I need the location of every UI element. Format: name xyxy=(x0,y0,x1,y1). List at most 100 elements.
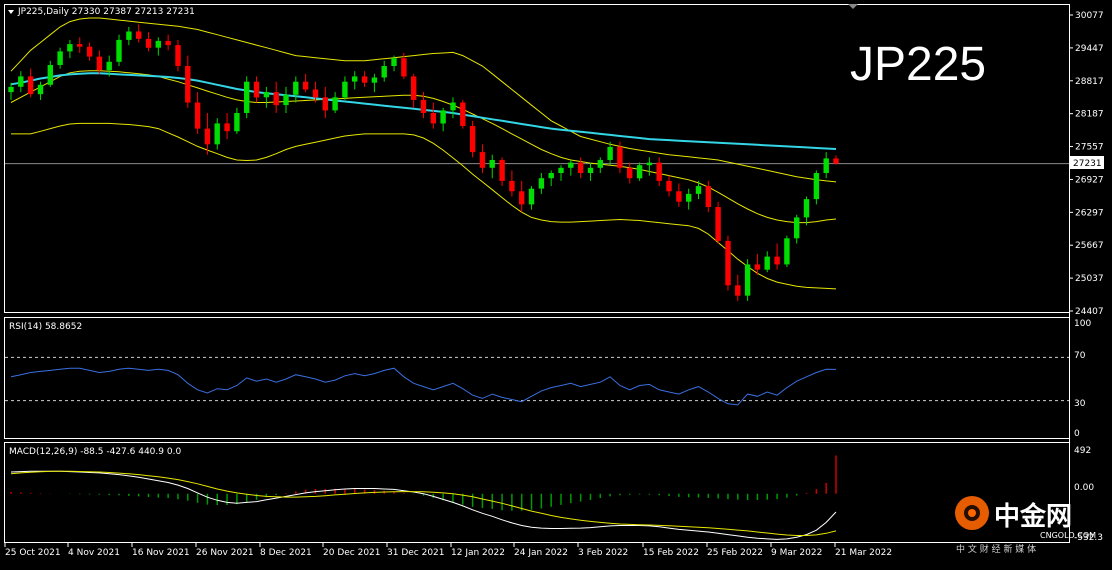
candle-body xyxy=(361,76,368,83)
macd-title: MACD(12,26,9) -88.5 -427.6 440.9 0.0 xyxy=(9,447,181,457)
candle-body xyxy=(86,46,93,57)
candle-body xyxy=(77,44,83,47)
candle-body xyxy=(136,31,142,39)
candle-body xyxy=(273,92,279,106)
candle-body xyxy=(764,256,770,270)
candle-body xyxy=(833,158,839,164)
candle-body xyxy=(244,81,250,113)
candle-body xyxy=(185,66,191,103)
date-axis-label: 24 Jan 2022 xyxy=(514,548,568,558)
date-axis-label: 9 Mar 2022 xyxy=(771,548,822,558)
candle-body xyxy=(666,180,672,192)
date-axis-label: 12 Jan 2022 xyxy=(451,548,505,558)
candle-body xyxy=(411,76,417,100)
candle-body xyxy=(754,264,761,270)
macd-axis-label: 0.00 xyxy=(1074,483,1094,493)
candle-body xyxy=(803,199,810,218)
candle-body xyxy=(715,207,721,241)
candle-body xyxy=(371,77,378,83)
rsi-axis-label: 30 xyxy=(1074,399,1086,409)
candle-body xyxy=(47,65,53,85)
candle-body xyxy=(175,45,181,66)
candle-body xyxy=(784,238,790,265)
candle-body xyxy=(587,167,594,173)
candle-body xyxy=(774,256,780,265)
candle-body xyxy=(302,81,309,90)
candle-body xyxy=(145,38,152,48)
candle-body xyxy=(342,81,348,98)
candle-body xyxy=(450,102,456,111)
candle-body xyxy=(214,123,220,145)
candle-body xyxy=(686,193,692,202)
candle-body xyxy=(568,162,574,168)
candle-body xyxy=(469,126,476,153)
candle-body xyxy=(381,66,387,78)
rsi-title: RSI(14) 58.8652 xyxy=(9,322,82,332)
candle-body xyxy=(18,76,24,87)
candle-body xyxy=(106,61,112,71)
price-axis-label: 27557 xyxy=(1075,143,1104,153)
price-axis-label: 25667 xyxy=(1075,241,1104,251)
chart-window: 30077 29447 28817 28187 27557 26927 26297 25667… xyxy=(0,0,1112,566)
date-axis-label: 15 Feb 2022 xyxy=(643,548,699,558)
date-axis-label: 4 Nov 2021 xyxy=(68,548,120,558)
candle-body xyxy=(725,240,731,286)
candle-body xyxy=(253,81,260,98)
candle-body xyxy=(352,76,358,82)
price-axis-label: 25037 xyxy=(1075,274,1104,284)
candle-body xyxy=(558,167,564,173)
candle-body xyxy=(479,152,486,168)
candle-body xyxy=(813,173,820,200)
candle-body xyxy=(440,110,446,124)
candle-body xyxy=(646,162,653,166)
date-axis-label: 3 Feb 2022 xyxy=(578,548,628,558)
candle-body xyxy=(283,94,289,106)
candle-body xyxy=(617,146,623,168)
candle-body xyxy=(509,180,515,192)
candle-body xyxy=(499,160,505,181)
candle-body xyxy=(695,186,702,194)
candle-body xyxy=(528,188,535,205)
candle-body xyxy=(735,285,741,296)
rsi-axis-label: 70 xyxy=(1074,351,1086,361)
candle-body xyxy=(67,44,73,52)
candle-body xyxy=(204,128,211,145)
candle-body xyxy=(420,99,427,113)
price-axis-label: 28817 xyxy=(1075,77,1104,87)
candle-body xyxy=(705,186,711,207)
date-axis-label: 26 Nov 2021 xyxy=(196,548,254,558)
candle-body xyxy=(744,264,751,296)
candle-body xyxy=(460,102,466,126)
macd-axis-label: 492 xyxy=(1074,446,1091,456)
date-axis-label: 20 Dec 2021 xyxy=(323,548,381,558)
candle-body xyxy=(656,162,662,181)
price-axis-label: 26927 xyxy=(1075,175,1104,185)
candle-body xyxy=(8,86,14,93)
candle-body xyxy=(676,191,682,202)
candle-body xyxy=(27,76,34,95)
candle-body xyxy=(548,173,554,179)
candle-body xyxy=(234,113,240,132)
chart-canvas[interactable]: 30077 29447 28817 28187 27557 26927 26297 25667… xyxy=(0,0,1112,566)
candle-body xyxy=(538,178,545,189)
price-axis-label: 30077 xyxy=(1075,11,1104,21)
candle-body xyxy=(430,113,436,124)
watermark-slogan: 中 文 财 经 新 媒 体 xyxy=(956,543,1036,555)
candle-body xyxy=(823,158,829,173)
candle-body xyxy=(312,89,319,98)
candle-body xyxy=(332,97,338,111)
candle-body xyxy=(794,217,800,239)
candle-body xyxy=(607,146,613,160)
watermark-name: 中金网 xyxy=(994,501,1072,532)
current-price-label: 27231 xyxy=(1073,159,1102,169)
price-axis-label: 24407 xyxy=(1075,307,1104,317)
candle-body xyxy=(96,56,103,71)
candle-body xyxy=(627,167,633,179)
candle-body xyxy=(37,84,44,95)
candle-body xyxy=(194,102,201,129)
candle-body xyxy=(126,31,132,40)
candle-body xyxy=(155,40,161,48)
candle-body xyxy=(322,97,328,111)
date-axis-label: 21 Mar 2022 xyxy=(835,548,892,558)
candle-body xyxy=(577,162,584,173)
